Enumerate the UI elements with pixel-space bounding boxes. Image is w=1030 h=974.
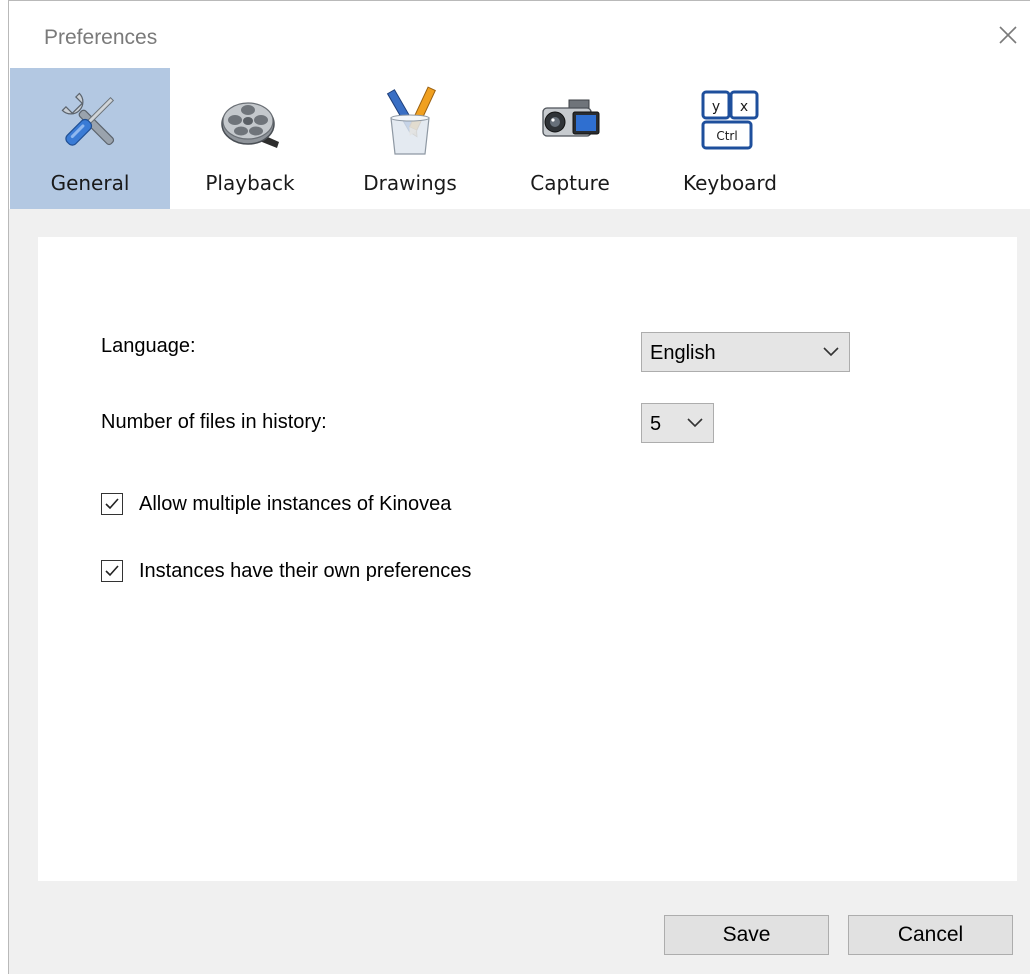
history-count-label: Number of files in history:: [101, 411, 327, 433]
tab-strip: General Playback Drawings Capture y x Ct…: [9, 68, 1030, 209]
allow-multiple-instances-label: Allow multiple instances of Kinovea: [139, 493, 452, 515]
own-preferences-label: Instances have their own preferences: [139, 560, 472, 582]
chevron-down-icon: [823, 347, 839, 357]
window-title: Preferences: [44, 26, 158, 49]
tab-playback[interactable]: Playback: [170, 68, 330, 209]
checkmark-icon: [105, 565, 119, 577]
chevron-down-icon: [687, 418, 703, 428]
key-y-label: y: [712, 99, 720, 115]
key-ctrl-label: Ctrl: [716, 129, 737, 143]
tab-general-label: General: [50, 171, 130, 195]
language-select[interactable]: English: [641, 332, 850, 372]
history-count-value: 5: [650, 413, 662, 435]
tab-drawings[interactable]: Drawings: [330, 68, 490, 209]
language-value: English: [650, 342, 716, 364]
tab-drawings-label: Drawings: [363, 171, 457, 195]
keyboard-keys-icon: y x Ctrl: [701, 90, 759, 150]
tab-general[interactable]: General: [10, 68, 170, 209]
history-count-select[interactable]: 5: [641, 403, 714, 443]
camera-icon: [542, 99, 600, 137]
save-button[interactable]: Save: [664, 915, 829, 955]
own-preferences-box[interactable]: [101, 560, 123, 582]
close-button[interactable]: [992, 19, 1024, 51]
general-settings-panel: Language: English Number of files in his…: [38, 237, 1017, 881]
film-reel-icon: [221, 102, 279, 148]
title-bar: Preferences: [9, 1, 1030, 68]
cancel-button[interactable]: Cancel: [848, 915, 1013, 955]
preferences-window: Preferences General Playback Drawings Ca…: [8, 0, 1030, 974]
tab-keyboard[interactable]: y x Ctrl Keyboard: [650, 68, 810, 209]
tab-playback-label: Playback: [205, 171, 295, 195]
language-label: Language:: [101, 335, 196, 357]
tools-icon: [61, 92, 115, 146]
tab-keyboard-label: Keyboard: [682, 171, 777, 195]
checkmark-icon: [105, 498, 119, 510]
close-icon: [999, 26, 1017, 44]
key-x-label: x: [740, 99, 748, 115]
pencil-cup-icon: [386, 86, 436, 155]
allow-multiple-instances-box[interactable]: [101, 493, 123, 515]
tab-capture-label: Capture: [530, 171, 610, 195]
tab-capture[interactable]: Capture: [490, 68, 650, 209]
